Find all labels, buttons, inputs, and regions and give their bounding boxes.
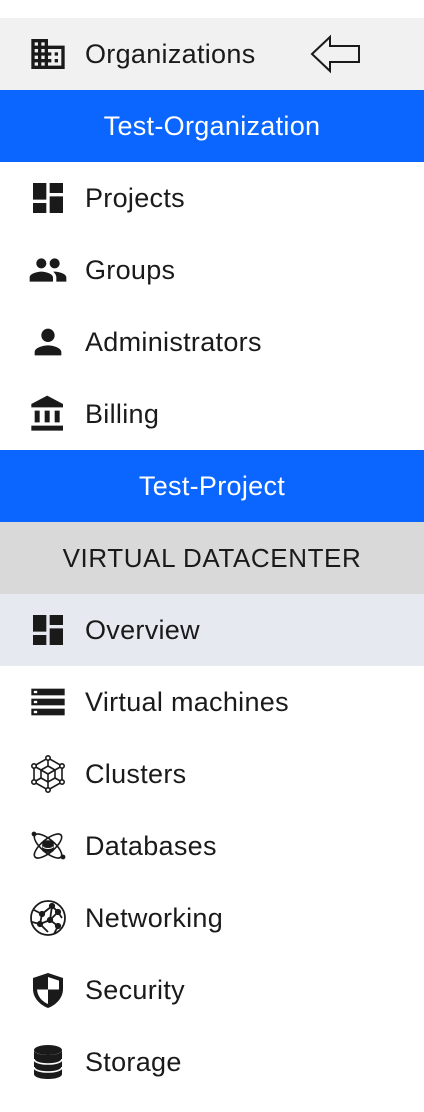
nav-item-projects[interactable]: Projects bbox=[0, 162, 424, 234]
nav-item-label: Projects bbox=[85, 182, 185, 213]
nav-item-label: Clusters bbox=[85, 758, 187, 789]
nav-item-security[interactable]: Security bbox=[0, 954, 424, 1026]
nav-item-clusters[interactable]: Clusters bbox=[0, 738, 424, 810]
nav-item-networking[interactable]: Networking bbox=[0, 882, 424, 954]
organization-name-banner[interactable]: Test-Organization bbox=[0, 90, 424, 162]
dashboard-icon bbox=[28, 610, 68, 650]
storage-icon bbox=[28, 1042, 68, 1082]
network-globe-icon bbox=[28, 898, 68, 938]
bank-icon bbox=[28, 394, 68, 434]
server-stack-icon bbox=[28, 682, 68, 722]
nav-item-label: Databases bbox=[85, 830, 217, 861]
nav-item-label: Security bbox=[85, 974, 185, 1005]
nav-item-label: Administrators bbox=[85, 326, 262, 357]
dashboard-icon bbox=[28, 178, 68, 218]
nav-item-virtual-machines[interactable]: Virtual machines bbox=[0, 666, 424, 738]
back-arrow-icon[interactable] bbox=[310, 34, 362, 74]
nav-item-label: Groups bbox=[85, 254, 176, 285]
person-icon bbox=[28, 322, 68, 362]
people-icon bbox=[28, 250, 68, 290]
organizations-item[interactable]: Organizations bbox=[0, 18, 424, 90]
section-header: VIRTUAL DATACENTER bbox=[0, 522, 424, 594]
nav-item-label: Networking bbox=[85, 902, 224, 933]
section-title: VIRTUAL DATACENTER bbox=[62, 542, 362, 573]
nav-item-databases[interactable]: Databases bbox=[0, 810, 424, 882]
nav-item-label: Overview bbox=[85, 614, 200, 645]
organizations-label: Organizations bbox=[85, 38, 256, 69]
nav-item-label: Virtual machines bbox=[85, 686, 289, 717]
nav-item-groups[interactable]: Groups bbox=[0, 234, 424, 306]
nav-item-billing[interactable]: Billing bbox=[0, 378, 424, 450]
cluster-icon bbox=[28, 754, 68, 794]
nav-item-storage[interactable]: Storage bbox=[0, 1026, 424, 1098]
database-atom-icon bbox=[28, 826, 68, 866]
shield-icon bbox=[28, 970, 68, 1010]
project-name-banner[interactable]: Test-Project bbox=[0, 450, 424, 522]
nav-item-label: Billing bbox=[85, 398, 160, 429]
project-name: Test-Project bbox=[138, 470, 286, 501]
nav-item-overview[interactable]: Overview bbox=[0, 594, 424, 666]
nav-item-administrators[interactable]: Administrators bbox=[0, 306, 424, 378]
sidebar-nav: Organizations Test-Organization Projects… bbox=[0, 18, 424, 1098]
nav-item-label: Storage bbox=[85, 1046, 182, 1077]
building-icon bbox=[28, 34, 68, 74]
organization-name: Test-Organization bbox=[103, 110, 321, 141]
